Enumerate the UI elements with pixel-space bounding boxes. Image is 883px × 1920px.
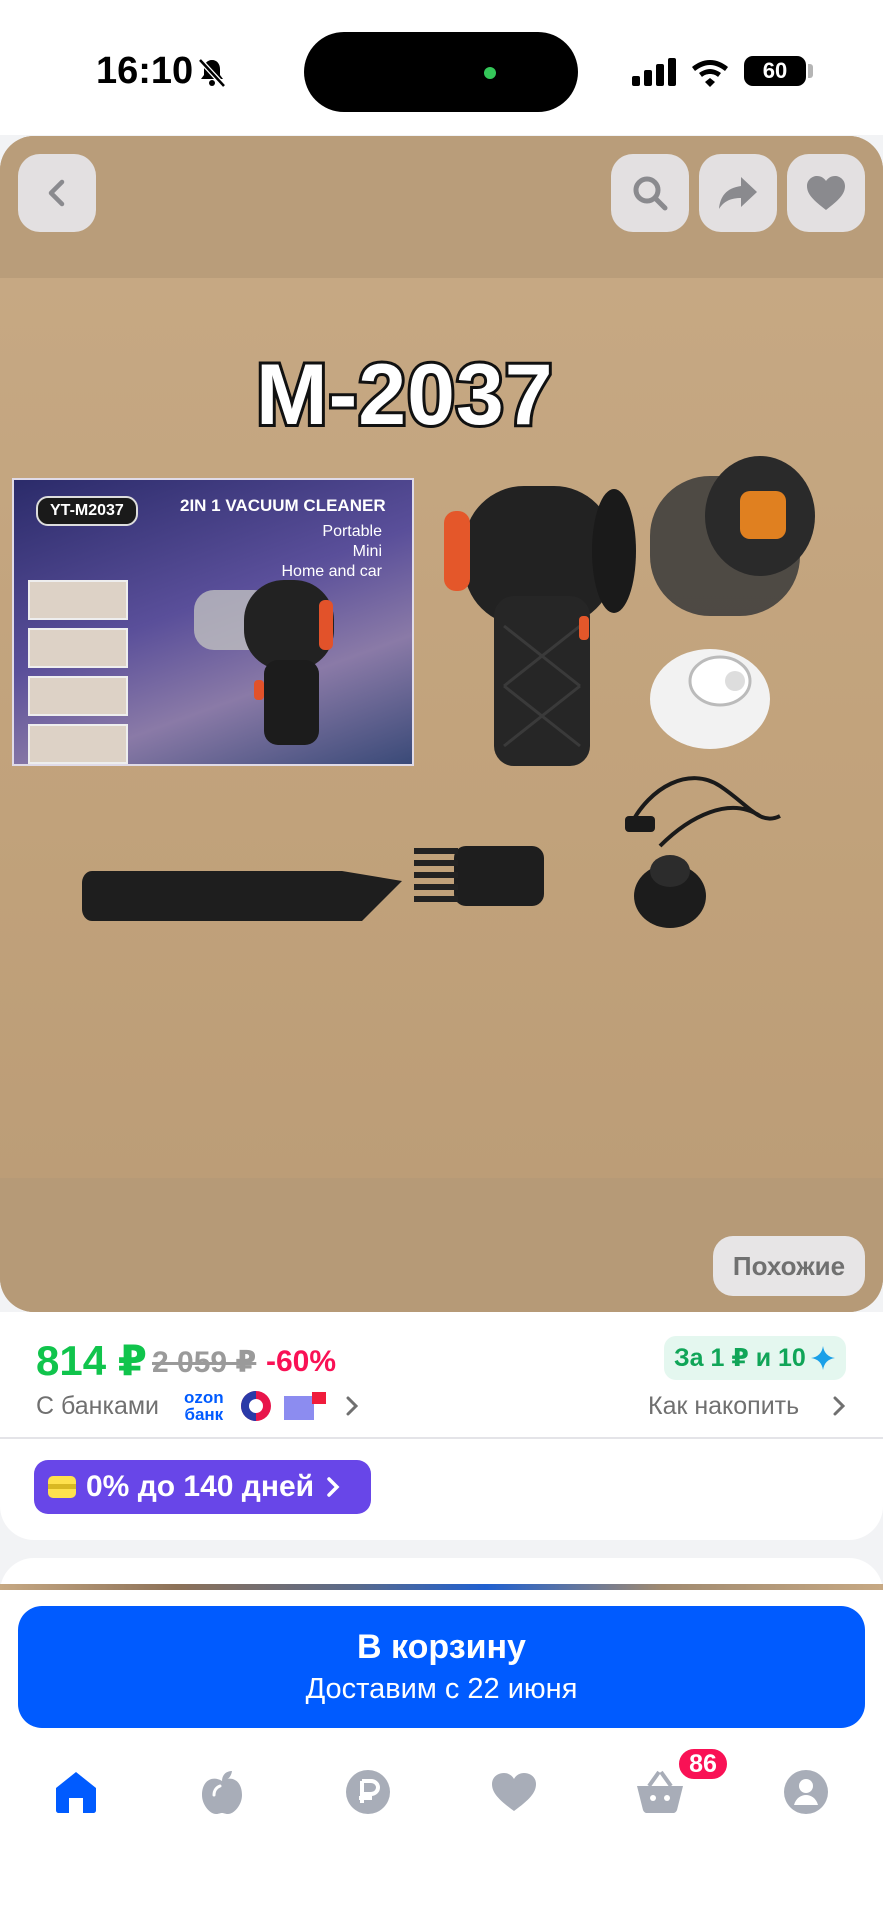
vacuum-body-image	[444, 486, 636, 766]
tab-fresh[interactable]	[196, 1766, 248, 1818]
cart-button-subtitle: Доставим с 22 июня	[305, 1673, 578, 1705]
current-price: 814 ₽	[36, 1337, 147, 1384]
dust-cup-image	[650, 456, 815, 616]
battery-indicator: 60	[744, 56, 806, 86]
old-price: 2 059 ₽	[152, 1346, 257, 1379]
chevron-right-icon	[833, 1396, 846, 1416]
discount-badge: -60%	[266, 1345, 337, 1378]
divider	[0, 1437, 883, 1439]
brush-nozzle-image	[414, 846, 544, 906]
crevice-nozzle-image	[82, 871, 402, 921]
share-arrow-icon	[719, 177, 757, 209]
adapter-image	[634, 855, 706, 928]
how-to-earn-link[interactable]: Как накопить	[648, 1392, 799, 1421]
camera-indicator	[484, 67, 496, 79]
tab-profile[interactable]	[780, 1766, 832, 1818]
add-to-cart-button[interactable]: В корзину Доставим с 22 июня	[18, 1606, 865, 1728]
search-icon	[633, 176, 668, 211]
ruble-icon	[346, 1770, 390, 1814]
bank-card-icon	[284, 1392, 326, 1420]
chevron-right-icon	[327, 1477, 340, 1497]
bonus-points-badge[interactable]: За 1 ₽ и 10	[664, 1336, 846, 1380]
filter-image	[650, 649, 770, 749]
bank-logo-icon	[241, 1391, 271, 1421]
card-icon	[48, 1476, 76, 1498]
wifi-icon	[692, 60, 728, 87]
heart-icon	[807, 176, 845, 210]
box-title: 2IN 1 VACUUM CLEANER	[180, 496, 386, 515]
banks-label[interactable]: С банками	[36, 1392, 159, 1421]
profile-icon	[784, 1770, 828, 1814]
chevron-right-icon	[346, 1396, 359, 1416]
search-button[interactable]	[611, 154, 689, 232]
bonus-label: За 1 ₽ и 10	[674, 1344, 806, 1372]
battery-cap	[808, 64, 813, 78]
tab-favorites[interactable]	[488, 1766, 540, 1818]
tab-home[interactable]	[50, 1766, 102, 1818]
back-button[interactable]	[18, 154, 96, 232]
home-icon	[56, 1772, 96, 1813]
tab-finance[interactable]	[342, 1766, 394, 1818]
box-badge: YT-M2037	[36, 496, 138, 526]
product-model-label: M-2037	[253, 344, 556, 446]
cart-button-title: В корзину	[357, 1628, 526, 1666]
product-page: 16:10 60 M-2037 YT-M2037 2IN 1 VACUUM CL…	[0, 0, 883, 1920]
status-bar: 16:10 60	[0, 0, 883, 135]
chevron-left-icon	[48, 179, 65, 207]
status-time: 16:10	[96, 50, 194, 92]
share-button[interactable]	[699, 154, 777, 232]
heart-icon	[492, 1773, 536, 1811]
product-image-gallery[interactable]: M-2037 YT-M2037 2IN 1 VACUUM CLEANER Por…	[0, 136, 883, 1312]
similar-button[interactable]: Похожие	[713, 1236, 865, 1296]
box-vacuum-illustration	[194, 580, 334, 745]
signal-icon	[632, 58, 676, 86]
ozon-bank-logo: ozon банк	[184, 1388, 224, 1424]
sparkle-icon	[810, 1346, 835, 1370]
favorite-button[interactable]	[787, 154, 865, 232]
installment-button[interactable]: 0% до 140 дней	[34, 1460, 371, 1514]
cart-count-badge: 86	[676, 1746, 730, 1782]
basket-icon	[637, 1770, 683, 1813]
dynamic-island	[304, 32, 578, 112]
bell-muted-icon	[198, 58, 226, 88]
installment-label: 0% до 140 дней	[86, 1470, 315, 1503]
apple-icon	[202, 1771, 242, 1814]
product-box-image: YT-M2037 2IN 1 VACUUM CLEANER Portable M…	[12, 478, 414, 766]
box-thumbnails	[28, 580, 128, 772]
